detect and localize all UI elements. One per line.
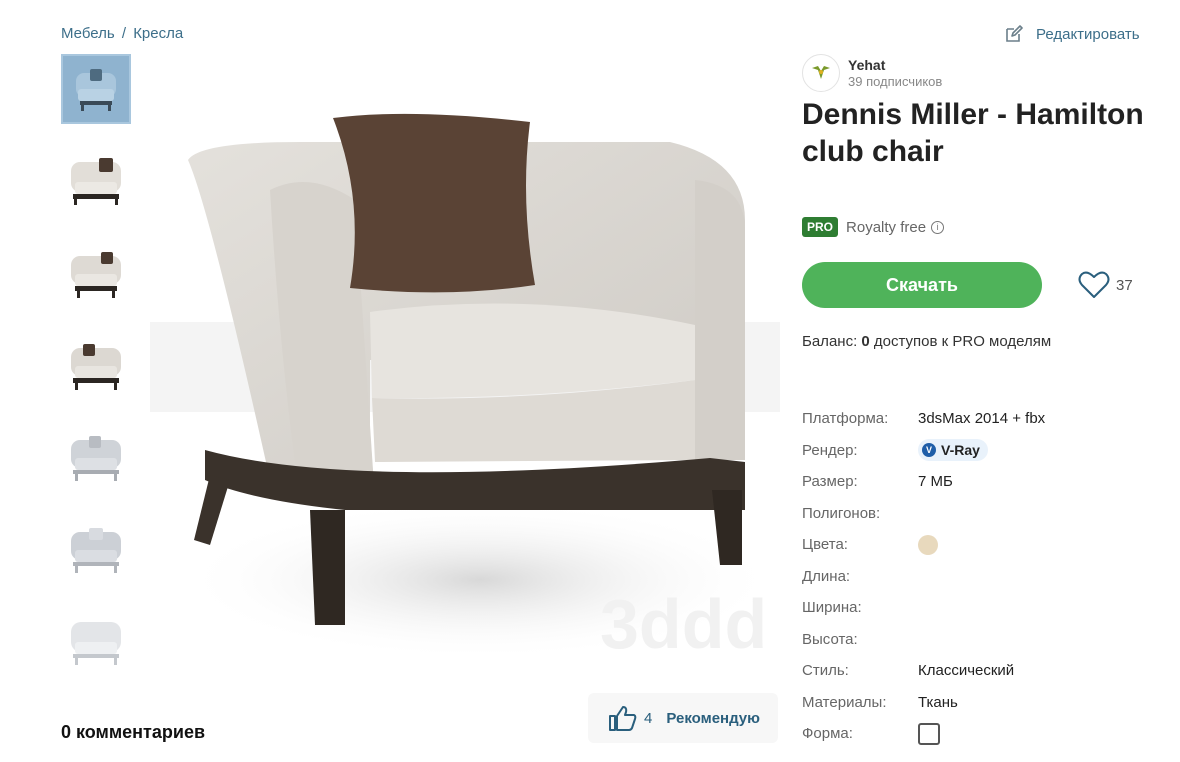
spec-label: Цвета: bbox=[802, 536, 848, 554]
balance-text: Баланс: 0 доступов к PRO моделям bbox=[802, 333, 1051, 350]
spec-value-size: 7 МБ bbox=[918, 473, 953, 491]
edit-link[interactable]: Редактировать bbox=[1004, 24, 1140, 44]
breadcrumb-furniture-link[interactable]: Мебель bbox=[61, 25, 115, 42]
likes-count: 37 bbox=[1116, 276, 1133, 294]
spec-value-form bbox=[918, 722, 940, 745]
edit-label: Редактировать bbox=[1036, 25, 1140, 43]
spec-row-platform: Платформа: 3dsMax 2014 + fbx bbox=[802, 403, 1045, 435]
edit-icon bbox=[1006, 25, 1023, 42]
spec-value-colors bbox=[918, 534, 938, 555]
spec-label: Стиль: bbox=[802, 662, 849, 680]
thumbs-up-icon bbox=[609, 706, 637, 731]
color-swatch[interactable] bbox=[918, 534, 938, 555]
form-checkbox[interactable] bbox=[918, 722, 940, 745]
thumbnail-7[interactable] bbox=[61, 606, 131, 676]
license-label: Royalty free bbox=[846, 218, 927, 236]
recommend-label: Рекомендую bbox=[666, 709, 760, 727]
spec-row-size: Размер: 7 МБ bbox=[802, 466, 1045, 498]
page-title: Dennis Miller - Hamilton club chair bbox=[802, 98, 1144, 168]
watermark-3ddd: 3ddd bbox=[600, 585, 767, 663]
breadcrumb-separator: / bbox=[121, 25, 127, 42]
thumbnail-5[interactable] bbox=[61, 422, 131, 492]
breadcrumb: Мебель / Кресла bbox=[61, 25, 183, 42]
like-button[interactable]: 37 bbox=[1078, 270, 1133, 300]
vray-label: V-Ray bbox=[941, 442, 980, 459]
vray-badge[interactable]: V V-Ray bbox=[918, 439, 988, 462]
spec-row-width: Ширина: bbox=[802, 592, 1045, 624]
spec-row-polygons: Полигонов: bbox=[802, 498, 1045, 530]
spec-label: Материалы: bbox=[802, 693, 887, 711]
spec-row-height: Высота: bbox=[802, 624, 1045, 656]
license-row: PRO Royalty free i bbox=[802, 217, 945, 237]
download-button[interactable]: Скачать bbox=[802, 262, 1042, 308]
recommend-button[interactable]: 4 Рекомендую bbox=[588, 693, 778, 743]
thumbnail-3[interactable] bbox=[61, 238, 131, 308]
spec-value-platform: 3dsMax 2014 + fbx bbox=[918, 410, 1046, 428]
avatar-logo-icon bbox=[812, 66, 830, 79]
spec-row-materials: Материалы: Ткань bbox=[802, 687, 1045, 719]
thumbnail-1[interactable] bbox=[61, 54, 131, 124]
chair-thumbnail-image bbox=[71, 528, 121, 573]
spec-label: Высота: bbox=[802, 630, 858, 648]
heart-icon bbox=[1078, 271, 1110, 298]
chair-thumbnail-image bbox=[71, 158, 121, 205]
balance-suffix: доступов к PRO моделям bbox=[873, 333, 1052, 350]
spec-label: Форма: bbox=[802, 725, 853, 743]
spec-value-style[interactable]: Классический bbox=[918, 662, 1014, 679]
thumbnail-2[interactable] bbox=[61, 146, 131, 216]
chair-thumbnail-image bbox=[71, 436, 121, 481]
thumbnail-4[interactable] bbox=[61, 330, 131, 400]
info-icon[interactable]: i bbox=[931, 220, 945, 234]
spec-label: Длина: bbox=[802, 567, 851, 585]
spec-label: Размер: bbox=[802, 473, 858, 491]
chair-thumbnail-image bbox=[71, 344, 121, 390]
vray-logo-icon: V bbox=[922, 443, 936, 458]
spec-row-colors: Цвета: bbox=[802, 529, 1045, 561]
balance-count: 0 bbox=[861, 333, 870, 350]
recommend-count: 4 bbox=[644, 709, 653, 727]
spec-label: Платформа: bbox=[802, 410, 889, 428]
thumbnail-6[interactable] bbox=[61, 514, 131, 584]
breadcrumb-armchairs-link[interactable]: Кресла bbox=[133, 25, 183, 42]
spec-label: Ширина: bbox=[802, 599, 862, 617]
spec-value-render: V V-Ray bbox=[918, 439, 988, 462]
author-name[interactable]: Yehat bbox=[848, 57, 942, 73]
main-product-image[interactable]: 3ddd bbox=[150, 60, 780, 700]
spec-row-length: Длина: bbox=[802, 561, 1045, 593]
author-block[interactable]: Yehat 39 подписчиков bbox=[802, 54, 942, 92]
comments-heading: 0 комментариев bbox=[61, 722, 206, 742]
author-subscribers: 39 подписчиков bbox=[848, 74, 943, 89]
chair-thumbnail-image bbox=[71, 622, 121, 665]
thumbnail-list bbox=[61, 54, 131, 698]
avatar[interactable] bbox=[802, 54, 840, 92]
spec-label: Полигонов: bbox=[802, 504, 881, 522]
spec-row-style: Стиль: Классический bbox=[802, 655, 1045, 687]
pro-badge: PRO bbox=[802, 217, 839, 237]
specs-table: Платформа: 3dsMax 2014 + fbx Рендер: V V… bbox=[802, 403, 1045, 750]
chair-thumbnail-image bbox=[71, 252, 121, 298]
spec-label: Рендер: bbox=[802, 441, 858, 459]
spec-row-form: Форма: bbox=[802, 718, 1045, 750]
chair-thumbnail-image bbox=[76, 69, 116, 111]
armchair-render-image: 3ddd bbox=[150, 113, 780, 663]
balance-prefix: Баланс: bbox=[802, 333, 858, 350]
spec-value-materials[interactable]: Ткань bbox=[918, 694, 958, 711]
spec-row-render: Рендер: V V-Ray bbox=[802, 435, 1045, 467]
